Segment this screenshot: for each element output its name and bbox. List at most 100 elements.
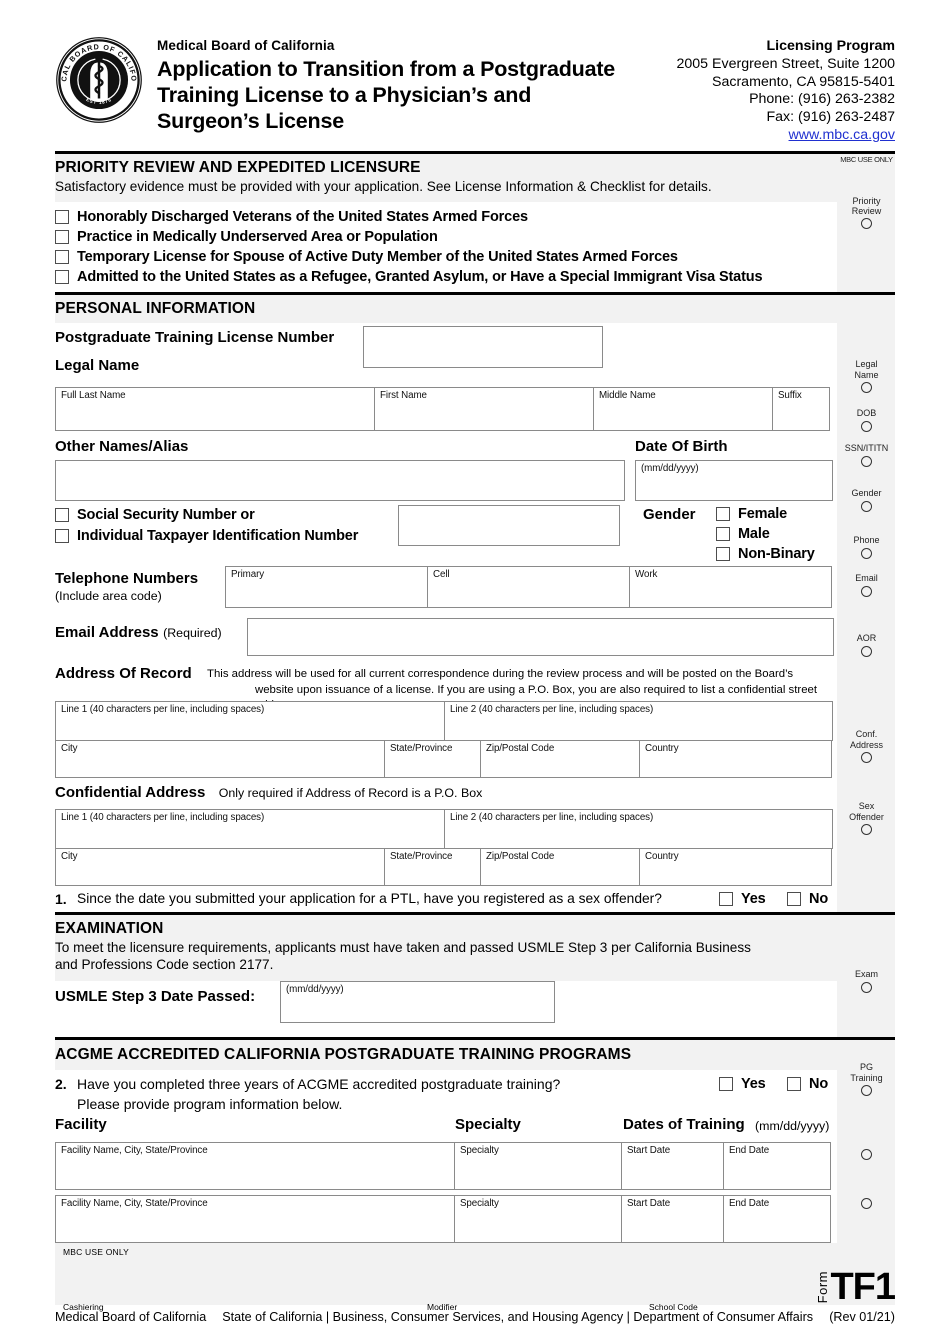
ptl-number-input[interactable] [363, 326, 603, 369]
side-label: Review [851, 205, 882, 216]
question-1-yes[interactable]: Yes [719, 889, 766, 909]
ssn-itin-input[interactable] [398, 505, 620, 547]
side-marker-training-row-2[interactable] [838, 1196, 895, 1210]
gender-option-male[interactable]: Male [716, 524, 815, 544]
circle-icon[interactable] [861, 420, 872, 432]
priority-option-military-spouse[interactable]: Temporary License for Spouse of Active D… [55, 247, 837, 267]
priority-option-refugee[interactable]: Admitted to the United States as a Refug… [55, 267, 837, 287]
circle-icon[interactable] [861, 645, 872, 657]
conf-line-row: Line 1 (40 characters per line, includin… [55, 809, 837, 850]
side-marker-pg-training[interactable]: PG Training [838, 1062, 895, 1097]
checkbox-icon[interactable] [787, 892, 801, 907]
gender-option-nonbinary[interactable]: Non-Binary [716, 544, 815, 564]
start-date-field[interactable]: Start Date [621, 1195, 724, 1244]
side-label: Priority [852, 195, 881, 206]
question-2-yes[interactable]: Yes [719, 1074, 766, 1094]
circle-icon[interactable] [861, 981, 872, 993]
phone-work-field[interactable]: Work [629, 566, 832, 609]
aor-state-field[interactable]: State/Province [384, 740, 481, 779]
dob-input[interactable]: (mm/dd/yyyy) [635, 460, 833, 502]
aor-line2-field[interactable]: Line 2 (40 characters per line, includin… [444, 701, 833, 742]
checkbox-icon[interactable] [55, 230, 69, 245]
end-date-field[interactable]: End Date [723, 1195, 831, 1244]
facility-field[interactable]: Facility Name, City, State/Province [55, 1195, 455, 1244]
checkbox-icon[interactable] [719, 892, 733, 907]
first-name-field[interactable]: First Name [374, 387, 594, 432]
checkbox-icon[interactable] [716, 547, 730, 562]
checkbox-icon[interactable] [55, 270, 69, 285]
conf-city-field[interactable]: City [55, 848, 385, 887]
examination-section: EXAMINATION To meet the licensure requir… [55, 915, 895, 1038]
side-marker-phone[interactable]: Phone [838, 535, 895, 559]
checkbox-icon[interactable] [55, 508, 69, 523]
side-marker-exam[interactable]: Exam [838, 969, 895, 993]
checkbox-icon[interactable] [55, 529, 69, 544]
aor-city-field[interactable]: City [55, 740, 385, 779]
circle-icon[interactable] [861, 824, 872, 836]
usmle-date-input[interactable]: (mm/dd/yyyy) [280, 981, 555, 1024]
phone-primary-field[interactable]: Primary [225, 566, 428, 609]
side-marker-sex-offender[interactable]: Sex Offender [838, 801, 895, 836]
checkbox-icon[interactable] [719, 1077, 733, 1092]
ssn-option[interactable]: Social Security Number or [55, 505, 255, 525]
last-name-field[interactable]: Full Last Name [55, 387, 375, 432]
examination-body-line-1: To meet the licensure requirements, appl… [55, 940, 751, 956]
side-marker-legal-name[interactable]: Legal Name [838, 359, 895, 394]
circle-icon[interactable] [861, 1198, 872, 1210]
circle-icon[interactable] [861, 1085, 872, 1097]
conf-line1-field[interactable]: Line 1 (40 characters per line, includin… [55, 809, 445, 850]
aor-country-field[interactable]: Country [639, 740, 832, 779]
checkbox-icon[interactable] [716, 507, 730, 522]
aor-line1-field[interactable]: Line 1 (40 characters per line, includin… [55, 701, 445, 742]
conf-line2-field[interactable]: Line 2 (40 characters per line, includin… [444, 809, 833, 850]
side-marker-gender[interactable]: Gender [838, 488, 895, 512]
side-marker-aor[interactable]: AOR [838, 633, 895, 657]
circle-icon[interactable] [861, 547, 872, 559]
checkbox-icon[interactable] [716, 527, 730, 542]
examination-body: To meet the licensure requirements, appl… [55, 940, 837, 977]
itin-option[interactable]: Individual Taxpayer Identification Numbe… [55, 526, 358, 546]
conf-city-row: City State/Province Zip/Postal Code Coun… [55, 848, 837, 887]
start-date-field[interactable]: Start Date [621, 1142, 724, 1191]
side-marker-ssn[interactable]: SSN/ITITN [838, 443, 895, 467]
checkbox-icon[interactable] [787, 1077, 801, 1092]
checkbox-icon[interactable] [55, 250, 69, 265]
circle-icon[interactable] [861, 500, 872, 512]
ptl-number-label: Postgraduate Training License Number [55, 329, 335, 347]
aor-zip-field[interactable]: Zip/Postal Code [480, 740, 640, 779]
phone-cell-field[interactable]: Cell [427, 566, 630, 609]
side-marker-dob[interactable]: DOB [838, 408, 895, 432]
aor-line-row: Line 1 (40 characters per line, includin… [55, 701, 837, 742]
side-marker-priority-review[interactable]: Priority Review [838, 196, 895, 230]
conf-state-field[interactable]: State/Province [384, 848, 481, 887]
circle-icon[interactable] [861, 752, 872, 764]
question-2-no[interactable]: No [787, 1074, 828, 1094]
checkbox-icon[interactable] [55, 210, 69, 225]
circle-icon[interactable] [861, 585, 872, 597]
question-1-no[interactable]: No [787, 889, 828, 909]
side-label: Gender [851, 488, 882, 499]
specialty-field[interactable]: Specialty [454, 1142, 622, 1191]
side-marker-training-row-1[interactable] [838, 1147, 895, 1161]
email-input[interactable] [247, 618, 834, 657]
suffix-field[interactable]: Suffix [772, 387, 830, 432]
table-row: Facility Name, City, State/Province Spec… [55, 1195, 837, 1244]
gender-option-female[interactable]: Female [716, 504, 815, 524]
specialty-field[interactable]: Specialty [454, 1195, 622, 1244]
middle-name-field[interactable]: Middle Name [593, 387, 773, 432]
conf-country-field[interactable]: Country [639, 848, 832, 887]
circle-icon[interactable] [861, 1149, 872, 1161]
circle-icon[interactable] [861, 218, 872, 230]
circle-icon[interactable] [861, 455, 872, 467]
priority-option-underserved[interactable]: Practice in Medically Underserved Area o… [55, 227, 837, 247]
field-hint: Cell [433, 569, 450, 581]
side-marker-email[interactable]: Email [838, 573, 895, 597]
website-link[interactable]: www.mbc.ca.gov [630, 127, 895, 145]
side-marker-conf-address[interactable]: Conf. Address [838, 729, 895, 764]
facility-field[interactable]: Facility Name, City, State/Province [55, 1142, 455, 1191]
conf-zip-field[interactable]: Zip/Postal Code [480, 848, 640, 887]
circle-icon[interactable] [861, 382, 872, 394]
priority-option-veterans[interactable]: Honorably Discharged Veterans of the Uni… [55, 207, 837, 227]
end-date-field[interactable]: End Date [723, 1142, 831, 1191]
other-names-input[interactable] [55, 460, 625, 502]
